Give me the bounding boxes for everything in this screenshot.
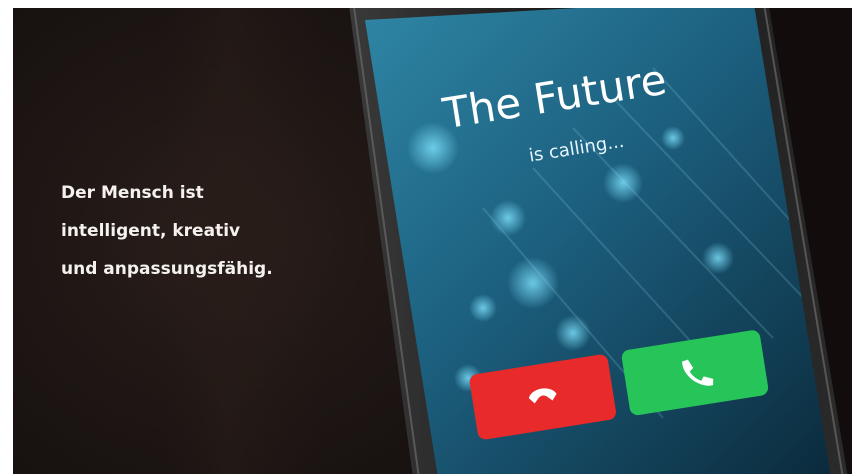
phone-illustration: The Future is calling... <box>349 8 848 474</box>
photo-frame: Der Mensch ist intelligent, kreativ und … <box>13 8 852 474</box>
